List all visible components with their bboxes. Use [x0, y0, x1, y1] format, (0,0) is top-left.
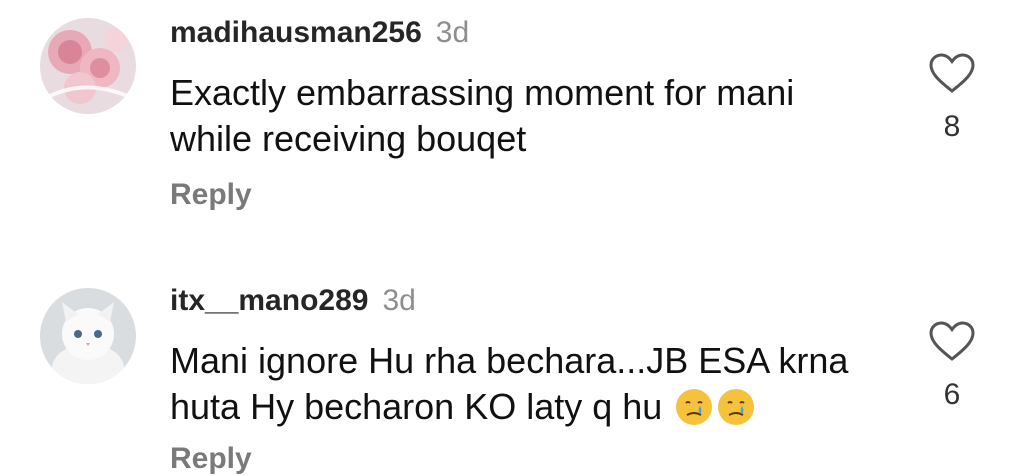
- comment-meta: itx__mano289 3d: [170, 284, 416, 318]
- heart-outline-icon: [929, 53, 975, 93]
- comment-item: itx__mano289 3d Mani ignore Hu rha bechar…: [0, 270, 1024, 475]
- comment-item: madihausman256 3d Exactly embarrassing mo…: [0, 0, 1024, 230]
- comment-text: Exactly embarrassing moment for mani whi…: [170, 72, 795, 159]
- like-count: 8: [943, 110, 961, 143]
- crying-face-emoji: [716, 387, 756, 427]
- avatar[interactable]: [40, 288, 136, 384]
- like-button[interactable]: [928, 52, 976, 94]
- username[interactable]: madihausman256: [170, 16, 422, 49]
- username[interactable]: itx__mano289: [170, 284, 368, 317]
- like-button[interactable]: [928, 320, 976, 362]
- like-count: 6: [943, 378, 961, 411]
- timestamp: 3d: [435, 16, 470, 49]
- avatar[interactable]: [40, 18, 136, 114]
- crying-face-emoji: [674, 387, 714, 427]
- reply-button[interactable]: Reply: [170, 442, 252, 476]
- reply-button[interactable]: Reply: [170, 178, 252, 212]
- pink-roses-avatar-image: [40, 18, 136, 114]
- comment-meta: madihausman256 3d: [170, 16, 469, 50]
- white-cat-avatar-image: [40, 288, 136, 384]
- heart-outline-icon: [929, 321, 975, 361]
- comment-text: Mani ignore Hu rha bechara...JB ESA krna…: [170, 338, 900, 430]
- timestamp: 3d: [382, 284, 416, 317]
